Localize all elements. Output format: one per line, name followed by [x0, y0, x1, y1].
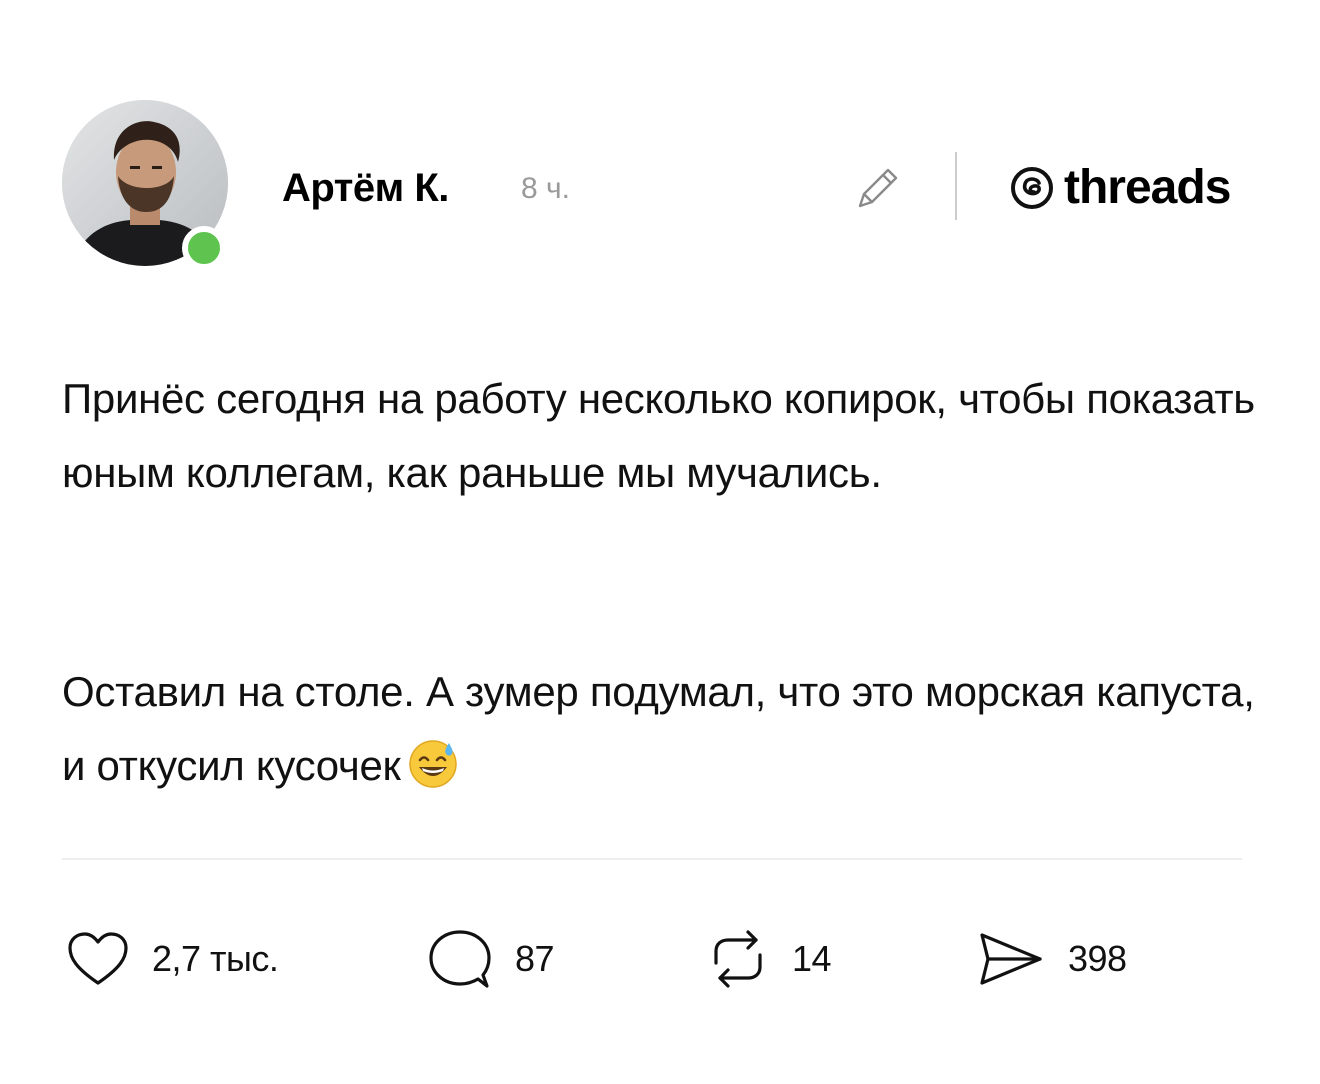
threads-wordmark: threads — [1064, 161, 1231, 214]
comment-bubble-icon — [429, 930, 491, 988]
send-icon — [980, 933, 1042, 985]
threads-icon — [1011, 167, 1053, 209]
repost-button[interactable]: 14 — [706, 928, 832, 990]
share-count: 398 — [1068, 938, 1127, 979]
share-button[interactable]: 398 — [976, 928, 1127, 990]
header-divider — [955, 152, 957, 220]
threads-logo[interactable]: threads — [1010, 160, 1231, 216]
post-paragraph-1: Принёс сегодня на работу несколько копир… — [62, 375, 1255, 496]
post-time: 8 ч. — [521, 172, 570, 205]
post-paragraph-2: Оставил на столе. А зумер подумал, что э… — [62, 655, 1262, 803]
post-paragraph-2-text: Оставил на столе. А зумер подумал, что э… — [62, 668, 1255, 789]
post-divider — [62, 858, 1242, 860]
online-status-dot — [182, 226, 226, 270]
reply-button[interactable]: 87 — [427, 928, 555, 990]
threads-post: Артём К. 8 ч. threads Принёс сегодня на … — [0, 0, 1320, 1084]
heart-icon — [68, 932, 128, 985]
grinning-face-with-sweat-icon — [408, 740, 457, 788]
pencil-icon[interactable] — [850, 160, 906, 216]
author-name[interactable]: Артём К. — [282, 166, 449, 211]
like-count: 2,7 тыс. — [152, 938, 279, 979]
repost-icon — [714, 930, 762, 988]
reply-count: 87 — [515, 938, 555, 979]
like-button[interactable]: 2,7 тыс. — [66, 928, 279, 990]
repost-count: 14 — [792, 938, 832, 979]
